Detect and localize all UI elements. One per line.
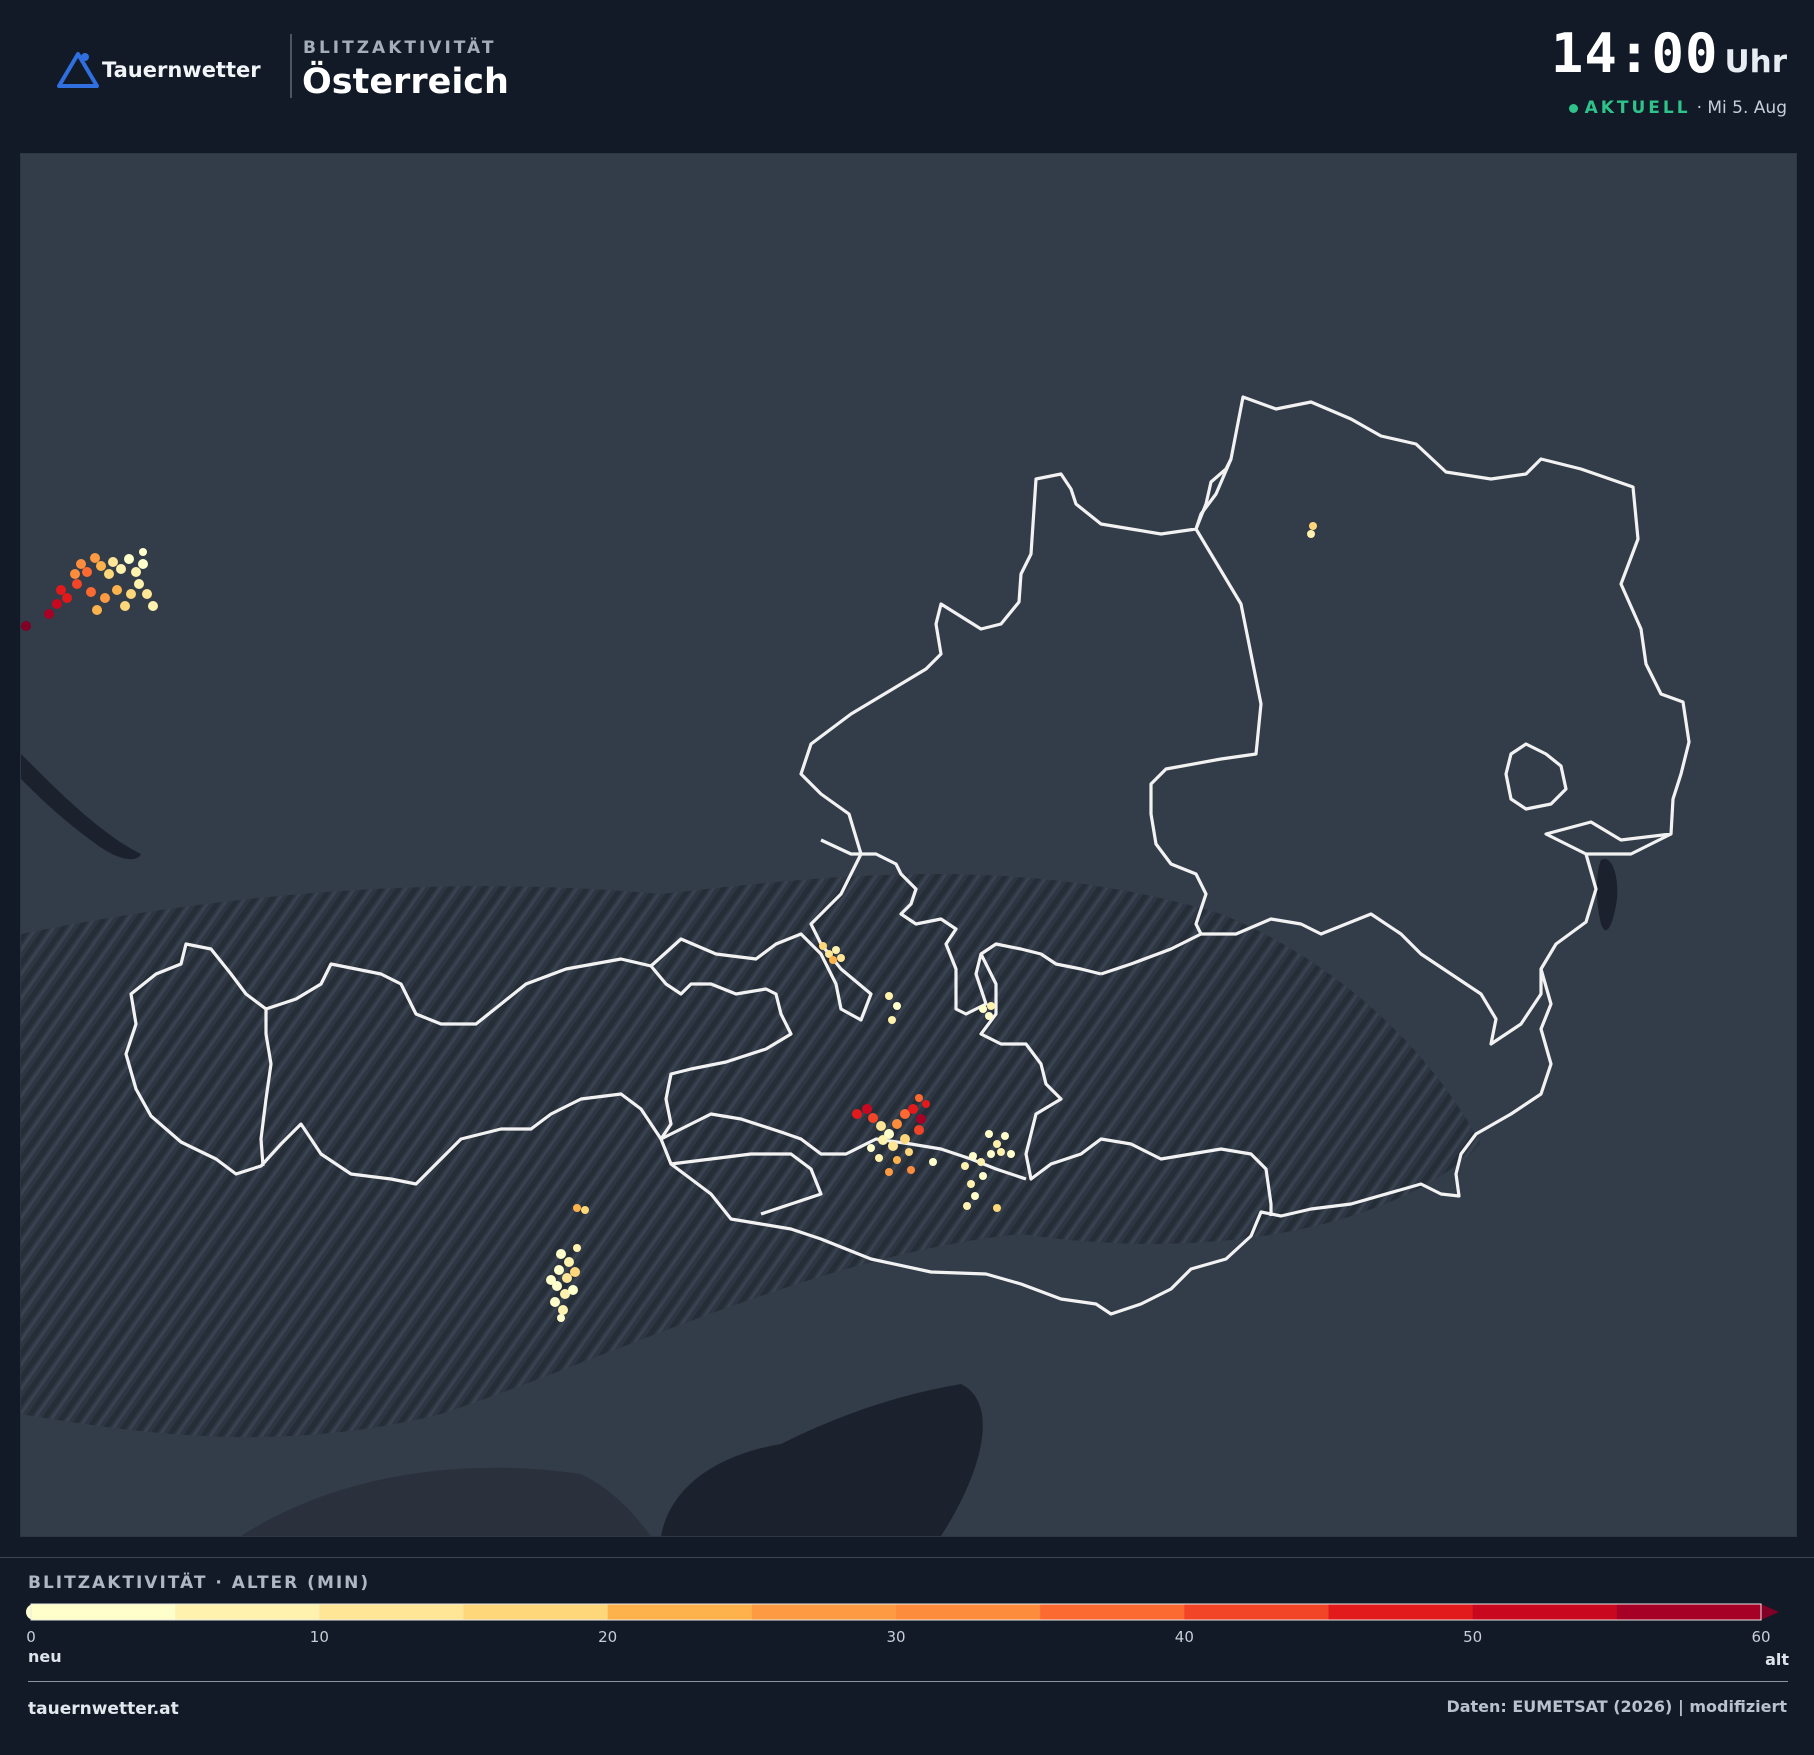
legend-tick-label: 0	[26, 1628, 36, 1646]
map-canvas	[21, 154, 1796, 1536]
header: Tauernwetter BLITZAKTIVITÄT Österreich 1…	[0, 0, 1814, 145]
legend-tick-label: 30	[886, 1628, 906, 1646]
legend-tick-label: 40	[1174, 1628, 1194, 1646]
legend-segment	[751, 1604, 897, 1620]
legend-segment	[31, 1604, 177, 1620]
legend-tick-label: 10	[309, 1628, 329, 1646]
legend-tick-label: 60	[1751, 1628, 1771, 1646]
legend-label-new: neu	[28, 1647, 62, 1666]
legend-tick-label: 50	[1463, 1628, 1483, 1646]
legend-segment	[896, 1604, 1042, 1620]
legend-extend-arrow	[1761, 1604, 1779, 1620]
legend-segment	[463, 1604, 609, 1620]
time-unit: Uhr	[1724, 44, 1787, 80]
legend-segment	[607, 1604, 753, 1620]
legend-segment	[1328, 1604, 1474, 1620]
live-dot-icon	[1568, 103, 1578, 113]
legend-title: BLITZAKTIVITÄT · ALTER (MIN)	[28, 1573, 371, 1593]
legend-segment	[1616, 1604, 1762, 1620]
site-link[interactable]: tauernwetter.at	[28, 1699, 179, 1719]
data-credit: Daten: EUMETSAT (2026) | modifiziert	[1446, 1697, 1787, 1716]
legend-ticks: 0 10 20 30 40 50 60	[26, 1628, 1790, 1648]
legend-segment	[319, 1604, 465, 1620]
header-divider	[290, 34, 292, 98]
date-label: · Mi 5. Aug	[1696, 98, 1787, 118]
legend-segment	[175, 1604, 321, 1620]
status-line: AKTUELL · Mi 5. Aug	[1568, 98, 1787, 118]
footer-separator	[28, 1681, 1788, 1682]
page-title: Österreich	[302, 62, 509, 102]
time-value: 14:00	[1550, 22, 1719, 85]
legend-segment	[1184, 1604, 1330, 1620]
page-kicker: BLITZAKTIVITÄT	[303, 38, 497, 58]
legend-tick-label: 20	[598, 1628, 618, 1646]
legend-segment	[1040, 1604, 1186, 1620]
legend-separator	[0, 1557, 1814, 1558]
brand-name: Tauernwetter	[102, 58, 261, 82]
legend-label-old: alt	[1765, 1650, 1789, 1669]
legend-start-cap	[26, 1604, 42, 1620]
legend-color-bar	[26, 1603, 1779, 1621]
status-badge: AKTUELL	[1584, 98, 1691, 118]
lightning-map[interactable]	[20, 153, 1797, 1537]
legend-segment	[1472, 1604, 1618, 1620]
brand-logo[interactable]: Tauernwetter	[56, 50, 261, 90]
mountain-logo-icon	[57, 52, 99, 88]
time-display: 14:00 Uhr	[1551, 22, 1787, 85]
